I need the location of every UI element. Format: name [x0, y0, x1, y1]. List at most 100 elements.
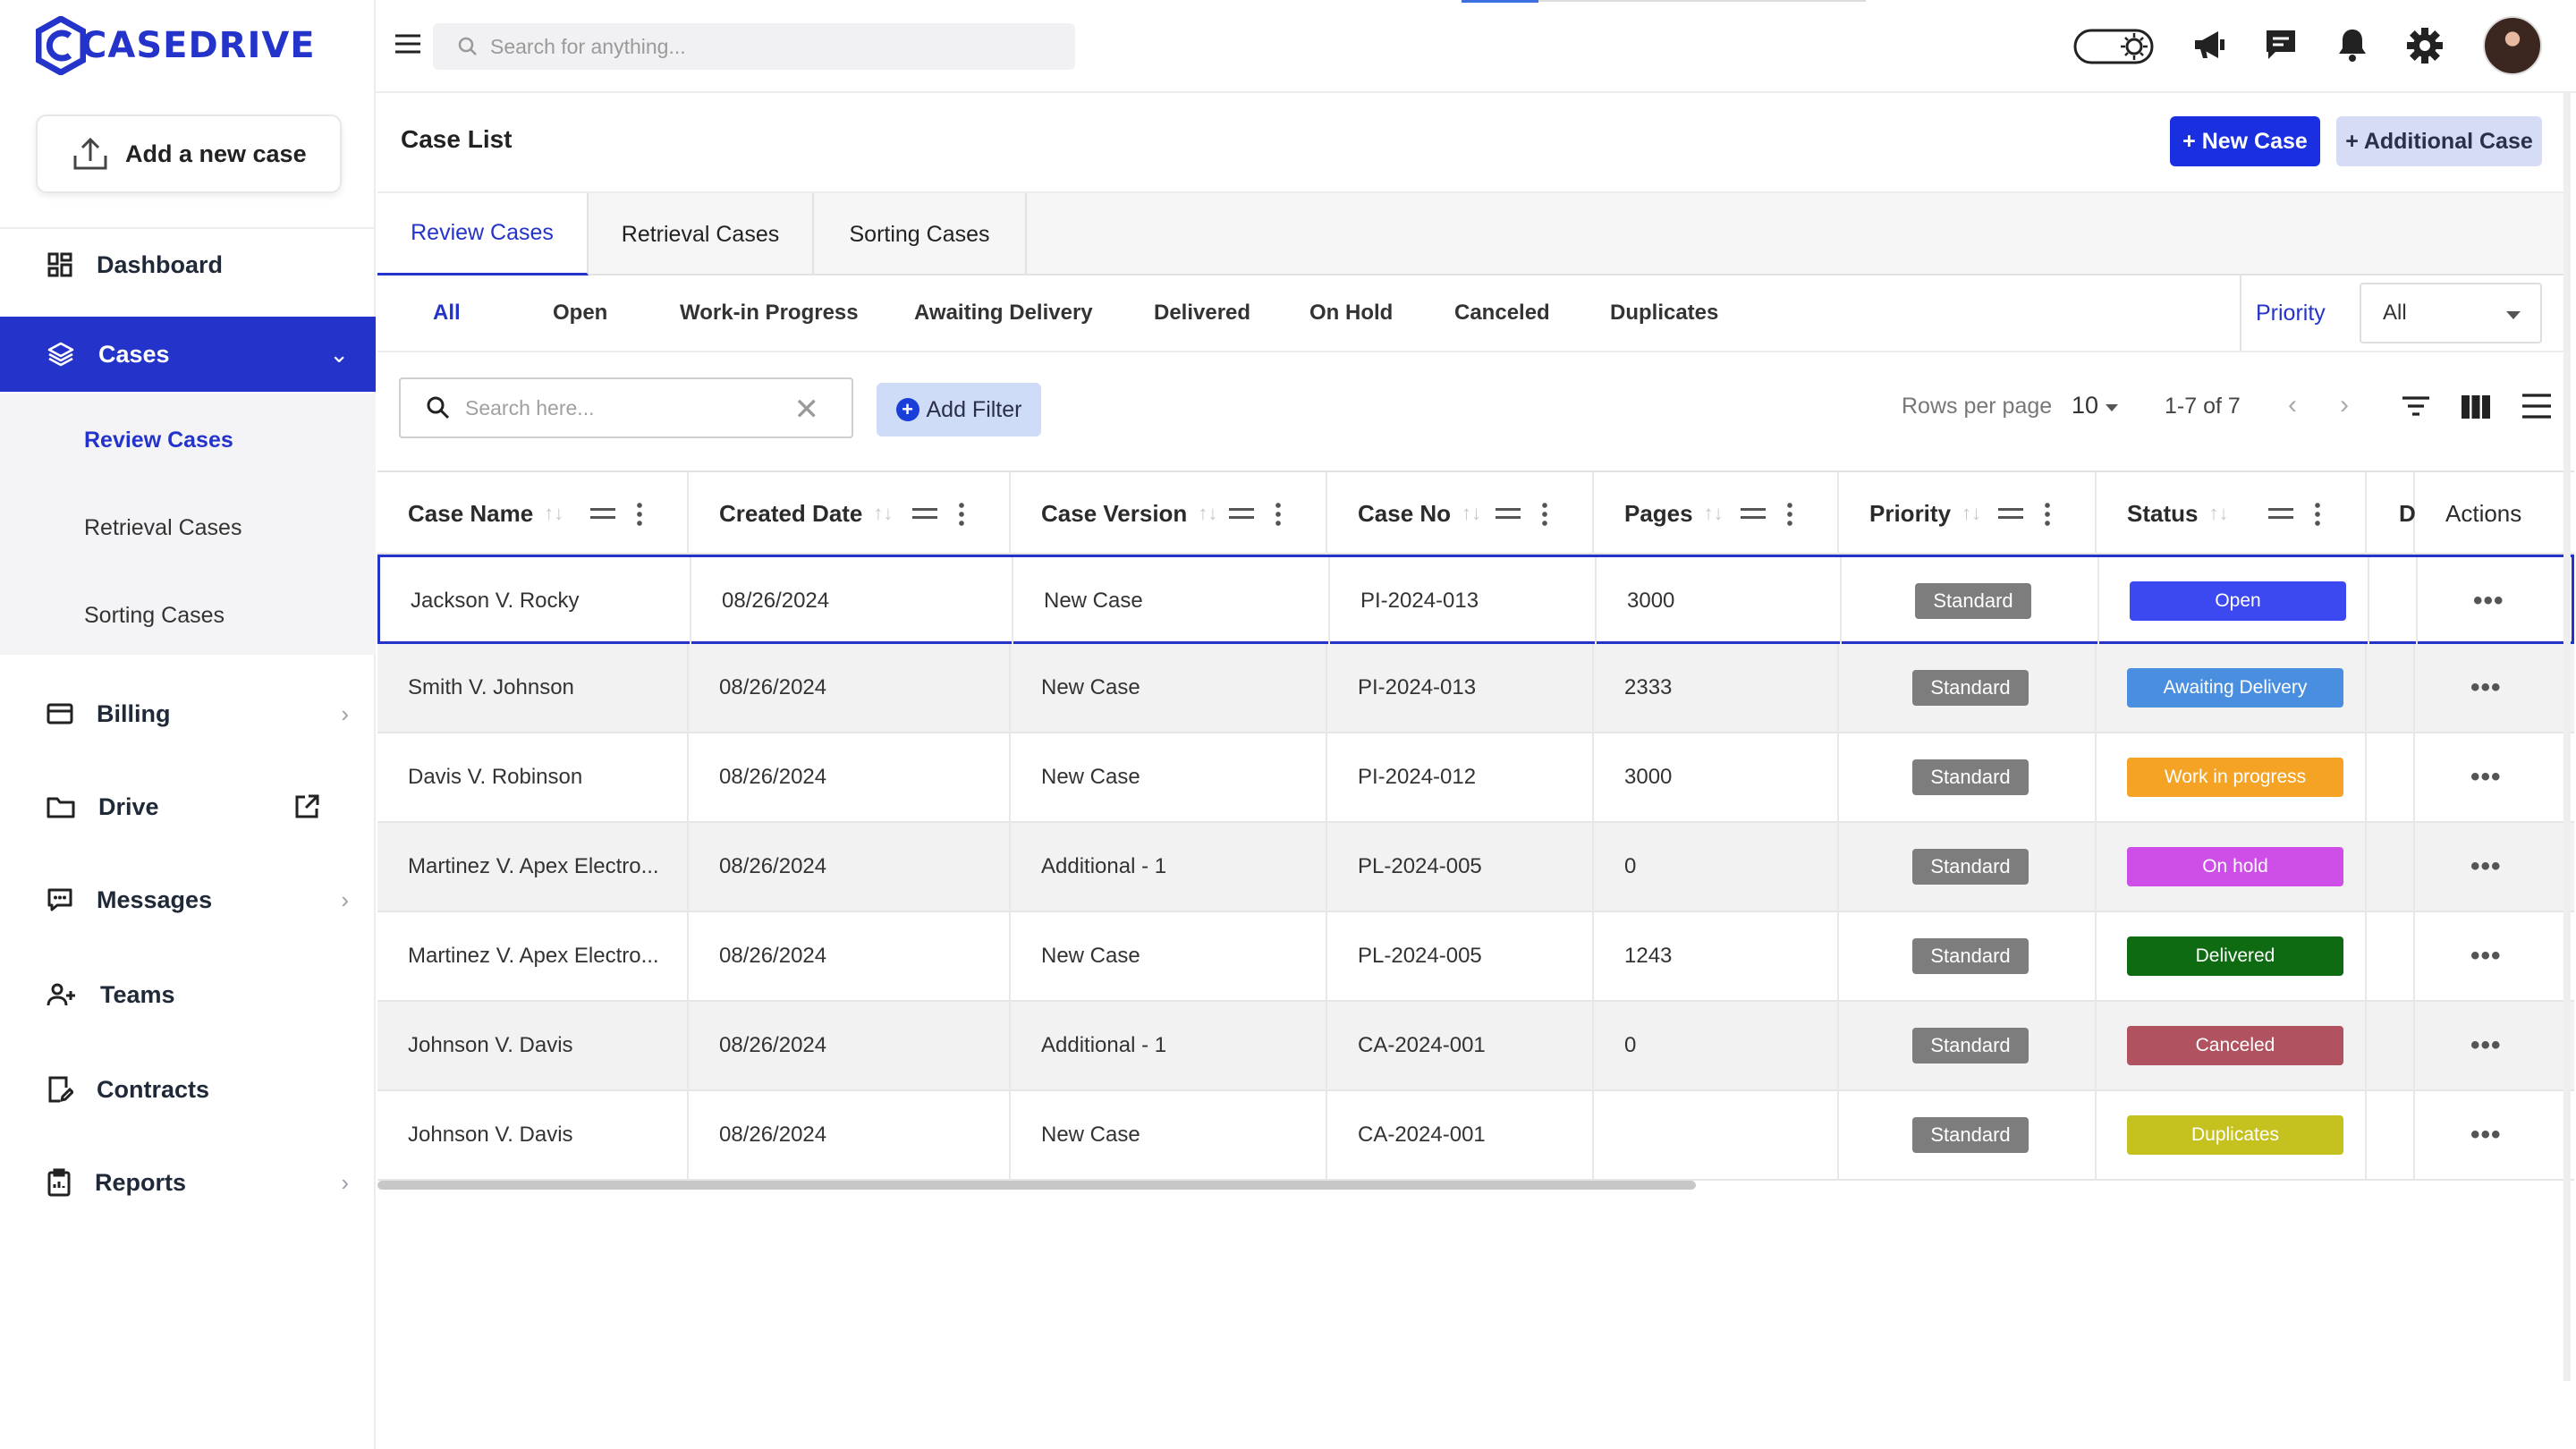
subnav-sorting-cases[interactable]: Sorting Cases [84, 603, 225, 629]
column-header-d[interactable]: D [2367, 472, 2416, 555]
column-menu-icon[interactable] [2315, 501, 2320, 526]
horizontal-scrollbar[interactable] [377, 1181, 1696, 1190]
column-header-case-version[interactable]: Case Version ↑↓ [1011, 472, 1327, 555]
megaphone-icon[interactable] [2191, 27, 2227, 63]
sort-icon[interactable]: ↑↓ [1962, 502, 1981, 525]
column-menu-icon[interactable] [637, 501, 642, 526]
drag-handle-icon[interactable] [1741, 508, 1766, 519]
priority-badge: Standard [1912, 670, 2029, 706]
more-actions-icon[interactable]: ••• [2470, 762, 2502, 792]
theme-toggle-icon[interactable] [2073, 29, 2154, 64]
user-avatar[interactable] [2483, 16, 2542, 75]
filter-open[interactable]: Open [553, 301, 607, 326]
cell-case-no: CA-2024-001 [1327, 1002, 1594, 1089]
drag-handle-icon[interactable] [1496, 508, 1521, 519]
more-actions-icon[interactable]: ••• [2470, 852, 2502, 882]
additional-case-button[interactable]: + Additional Case [2336, 116, 2542, 166]
filter-on-hold[interactable]: On Hold [1309, 301, 1393, 326]
column-menu-icon[interactable] [1542, 501, 1547, 526]
tab-review-cases[interactable]: Review Cases [377, 193, 589, 275]
clear-icon[interactable]: ✕ [794, 392, 820, 428]
filter-delivered[interactable]: Delivered [1154, 301, 1250, 326]
more-actions-icon[interactable]: ••• [2470, 1030, 2502, 1061]
more-actions-icon[interactable]: ••• [2470, 673, 2502, 703]
drag-handle-icon[interactable] [912, 508, 937, 519]
chevron-right-icon[interactable]: › [341, 1169, 349, 1197]
tab-retrieval-cases[interactable]: Retrieval Cases [589, 193, 814, 275]
sidebar-item-dashboard[interactable]: Dashboard [0, 227, 376, 302]
tab-sorting-cases[interactable]: Sorting Cases [814, 193, 1027, 275]
table-row[interactable]: Martinez V. Apex Electro... 08/26/2024 New… [377, 912, 2574, 1002]
column-menu-icon[interactable] [1275, 501, 1281, 526]
column-header-case-no[interactable]: Case No ↑↓ [1327, 472, 1594, 555]
chevron-down-icon[interactable]: ⌄ [329, 341, 349, 369]
sidebar-item-cases[interactable]: Cases ⌄ [0, 317, 376, 392]
subnav-review-cases[interactable]: Review Cases [84, 428, 233, 453]
sort-icon[interactable]: ↑↓ [1198, 502, 1217, 525]
table-row[interactable]: Jackson V. Rocky 08/26/2024 New Case PI-202… [377, 555, 2574, 645]
new-case-button[interactable]: + New Case [2170, 116, 2320, 166]
columns-icon[interactable] [2462, 395, 2490, 419]
prev-page-icon[interactable]: ‹ [2288, 390, 2297, 420]
sidebar-item-reports[interactable]: Reports › [0, 1145, 376, 1220]
drag-handle-icon[interactable] [2268, 508, 2293, 519]
sort-icon[interactable]: ↑↓ [2208, 502, 2228, 525]
filter-canceled[interactable]: Canceled [1454, 301, 1550, 326]
drag-handle-icon[interactable] [1229, 508, 1254, 519]
filter-all[interactable]: All [433, 301, 461, 326]
cell-d [2367, 733, 2415, 821]
column-header-case-name[interactable]: Case Name ↑↓ [377, 472, 689, 555]
sidebar-item-teams[interactable]: Teams [0, 957, 376, 1032]
subnav-retrieval-cases[interactable]: Retrieval Cases [84, 515, 242, 541]
filter-work-in-progress[interactable]: Work-in Progress [680, 301, 859, 326]
table-row[interactable]: Martinez V. Apex Electro... 08/26/2024 Add… [377, 823, 2574, 912]
external-link-icon[interactable] [293, 793, 320, 820]
filter-duplicates[interactable]: Duplicates [1610, 301, 1718, 326]
table-row[interactable]: Davis V. Robinson 08/26/2024 New Case PI-20… [377, 733, 2574, 823]
add-filter-button[interactable]: + Add Filter [877, 383, 1041, 436]
sidebar-item-messages[interactable]: Messages › [0, 862, 376, 937]
priority-select[interactable]: All [2360, 283, 2542, 343]
cell-case-version-text: New Case [1041, 1123, 1140, 1147]
column-menu-icon[interactable] [1787, 501, 1792, 526]
sort-icon[interactable]: ↑↓ [873, 502, 893, 525]
sort-icon[interactable]: ↑↓ [1704, 502, 1724, 525]
sort-icon[interactable]: ↑↓ [1462, 502, 1481, 525]
column-menu-icon[interactable] [2045, 501, 2050, 526]
column-header-status[interactable]: Status ↑↓ [2097, 472, 2367, 555]
caret-down-icon[interactable] [2106, 404, 2118, 418]
more-actions-icon[interactable]: ••• [2473, 586, 2504, 616]
sort-icon[interactable]: ↑↓ [544, 502, 564, 525]
add-new-case-button[interactable]: Add a new case [36, 114, 342, 193]
density-icon[interactable] [2522, 394, 2551, 419]
table-search-input[interactable]: Search here... ✕ [399, 377, 853, 438]
table-row[interactable]: Johnson V. Davis 08/26/2024 Additional - 1… [377, 1002, 2574, 1091]
column-header-pages[interactable]: Pages ↑↓ [1594, 472, 1839, 555]
chevron-right-icon[interactable]: › [341, 886, 349, 914]
drag-handle-icon[interactable] [590, 508, 615, 519]
vertical-scrollbar[interactable] [2563, 93, 2571, 1381]
chat-message-icon[interactable] [2263, 27, 2299, 63]
sidebar-item-drive[interactable]: Drive [0, 769, 376, 844]
gear-icon[interactable] [2406, 27, 2444, 64]
sidebar-item-contracts[interactable]: Contracts [0, 1052, 376, 1127]
drag-handle-icon[interactable] [1998, 508, 2023, 519]
filter-awaiting-delivery[interactable]: Awaiting Delivery [914, 301, 1093, 326]
chevron-right-icon[interactable]: › [341, 700, 349, 728]
column-header-priority[interactable]: Priority ↑↓ [1839, 472, 2097, 555]
more-actions-icon[interactable]: ••• [2470, 1120, 2502, 1150]
global-search-input[interactable]: Search for anything... [433, 23, 1075, 70]
rows-per-page-select[interactable]: 10 [2072, 392, 2098, 419]
table-row[interactable]: Smith V. Johnson 08/26/2024 New Case PI-202… [377, 644, 2574, 733]
more-actions-icon[interactable]: ••• [2470, 941, 2502, 971]
table-row[interactable]: Johnson V. Davis 08/26/2024 New Case CA-202… [377, 1091, 2574, 1181]
sidebar-item-billing[interactable]: Billing › [0, 676, 376, 751]
column-header-created-date[interactable]: Created Date ↑↓ [689, 472, 1011, 555]
filter-lines-icon[interactable] [2402, 395, 2429, 417]
hamburger-menu-icon[interactable] [395, 34, 420, 54]
bell-icon[interactable] [2336, 27, 2368, 63]
casedrive-logo[interactable]: CASEDRIVE [36, 16, 316, 75]
cell-case-no: PL-2024-005 [1327, 823, 1594, 911]
column-menu-icon[interactable] [959, 501, 964, 526]
next-page-icon[interactable]: › [2340, 390, 2349, 420]
